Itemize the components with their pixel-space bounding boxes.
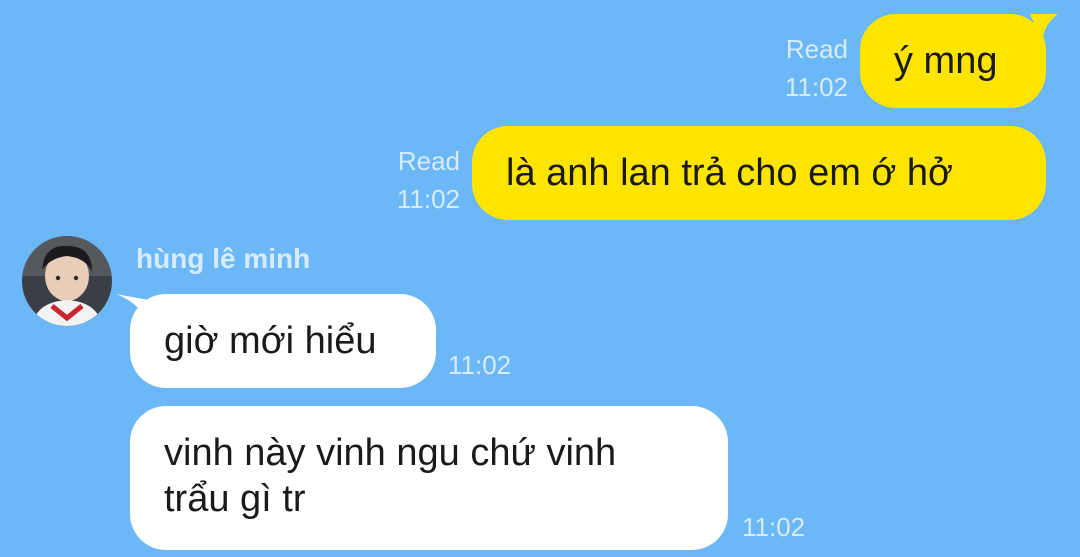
message-meta: Read 11:02 [760, 30, 848, 106]
bubble-tail-icon [116, 294, 150, 324]
message-time: 11:02 [784, 72, 848, 102]
message-text: là anh lan trả cho em ớ hở [506, 152, 953, 194]
contact-avatar[interactable] [22, 236, 112, 326]
message-text-line: trẩu gì tr [164, 478, 306, 520]
incoming-message-bubble[interactable]: vinh này vinh ngu chứ vinh trẩu gì tr [130, 406, 728, 550]
message-time: 11:02 [448, 350, 512, 380]
read-status: Read [397, 146, 460, 176]
outgoing-message-bubble[interactable]: là anh lan trả cho em ớ hở [472, 126, 1046, 220]
outgoing-message-bubble[interactable]: ý mng [860, 14, 1046, 108]
message-time: 11:02 [742, 512, 806, 542]
bubble-tail-icon [1030, 14, 1058, 42]
user-photo-icon [22, 236, 112, 326]
chat-area[interactable]: Read 11:02 ý mng Read 11:02 là anh lan t… [0, 0, 1080, 557]
message-time: 11:02 [396, 184, 460, 214]
read-status: Read [785, 34, 848, 64]
message-text: ý mng [894, 40, 998, 82]
message-text-line: vinh này vinh ngu chứ vinh [164, 432, 617, 474]
sender-name: hùng lê minh [136, 243, 311, 274]
message-text: giờ mới hiểu [164, 320, 377, 362]
incoming-message-bubble[interactable]: giờ mới hiểu [130, 294, 436, 388]
message-meta: Read 11:02 [370, 142, 460, 218]
